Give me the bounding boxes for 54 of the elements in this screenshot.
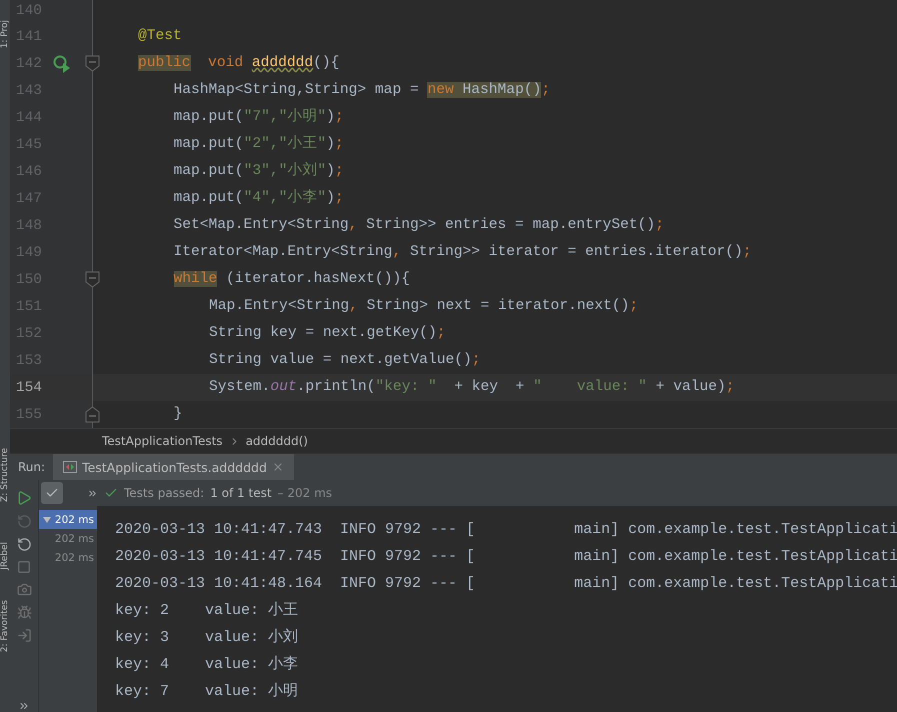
more-icon[interactable] [87,488,98,498]
code-line: HashMap<String,String> map = new HashMap(); [174,81,550,100]
code-line: String value = next.getValue(); [209,351,480,370]
stop-icon[interactable] [17,560,31,574]
code-line: map.put("2","小王"); [174,134,344,154]
fold-marker-icon[interactable] [85,55,100,72]
exit-icon[interactable] [16,628,32,643]
code-line: Iterator<Map.Entry<String, String>> iterator = entries.iterator(); [174,243,752,262]
close-icon[interactable] [272,461,284,473]
code-line: map.put("3","小刘"); [174,160,344,181]
tool-window-label[interactable]: Z: Structure [0,448,10,502]
play-icon[interactable] [16,490,32,506]
camera-icon[interactable] [16,582,32,597]
show-passed-button[interactable] [41,482,63,504]
code-line: while (iterator.hasNext()){ [174,270,410,289]
bug-icon[interactable] [16,605,32,620]
code-line: map.put("7","小明"); [174,107,344,127]
test-tree-item[interactable]: 202 ms [39,548,97,567]
rerun-icon[interactable] [16,514,32,529]
console-line: 2020-03-13 10:41:48.164 INFO 9792 --- [ main] com.example.test.TestApplicati [115,574,897,594]
code-line: map.put("4","小李"); [174,188,344,208]
line-number: 154 [14,380,42,396]
console-line: key: 4 value: 小李 [115,654,300,675]
console-line: 2020-03-13 10:41:47.745 INFO 9792 --- [ main] com.example.test.TestApplicati [115,547,897,567]
fold-marker-icon[interactable] [85,406,100,423]
console-line: 2020-03-13 10:41:47.743 INFO 9792 --- [ main] com.example.test.TestApplicati [115,520,897,540]
tool-window-label[interactable]: 1: Proj [0,20,10,48]
test-tree-item[interactable]: 202 ms [39,529,97,548]
tool-window-label[interactable]: JRebel [0,542,10,570]
toggle-icon[interactable] [16,537,32,552]
console-line: key: 3 value: 小刘 [115,627,300,648]
run-test-icon[interactable] [52,54,72,74]
breadcrumb[interactable]: adddddd() [246,434,308,448]
code-line: Map.Entry<String, String> next = iterator.next(); [209,297,638,316]
console-line: key: 7 value: 小明 [115,682,300,702]
code-line: @Test [138,27,182,46]
tool-window-label[interactable]: 2: Favorites [0,600,10,652]
more-icon[interactable] [18,700,30,712]
code-line: String key = next.getKey(); [209,324,446,343]
code-line: } [174,405,182,424]
console-line: key: 2 value: 小王 [115,600,300,621]
status-label: Tests passed: [124,486,204,500]
expanded-triangle-icon[interactable] [42,516,51,524]
test-config-icon [63,461,78,473]
status-duration: – 202 ms [278,486,332,500]
code-line: public void adddddd(){ [138,54,340,73]
status-count: 1 of 1 test [210,486,272,500]
code-line: System.out.println("key: " + key + " value: " + value); [209,378,735,397]
test-tree-item[interactable]: 202 ms [39,510,97,529]
run-tab[interactable]: TestApplicationTests.adddddd [53,454,294,480]
code-line: Set<Map.Entry<String, String>> entries = map.entrySet(); [174,216,664,235]
fold-marker-icon[interactable] [85,271,100,288]
breadcrumb[interactable]: TestApplicationTests [102,434,223,448]
run-label: Run: [17,460,46,474]
